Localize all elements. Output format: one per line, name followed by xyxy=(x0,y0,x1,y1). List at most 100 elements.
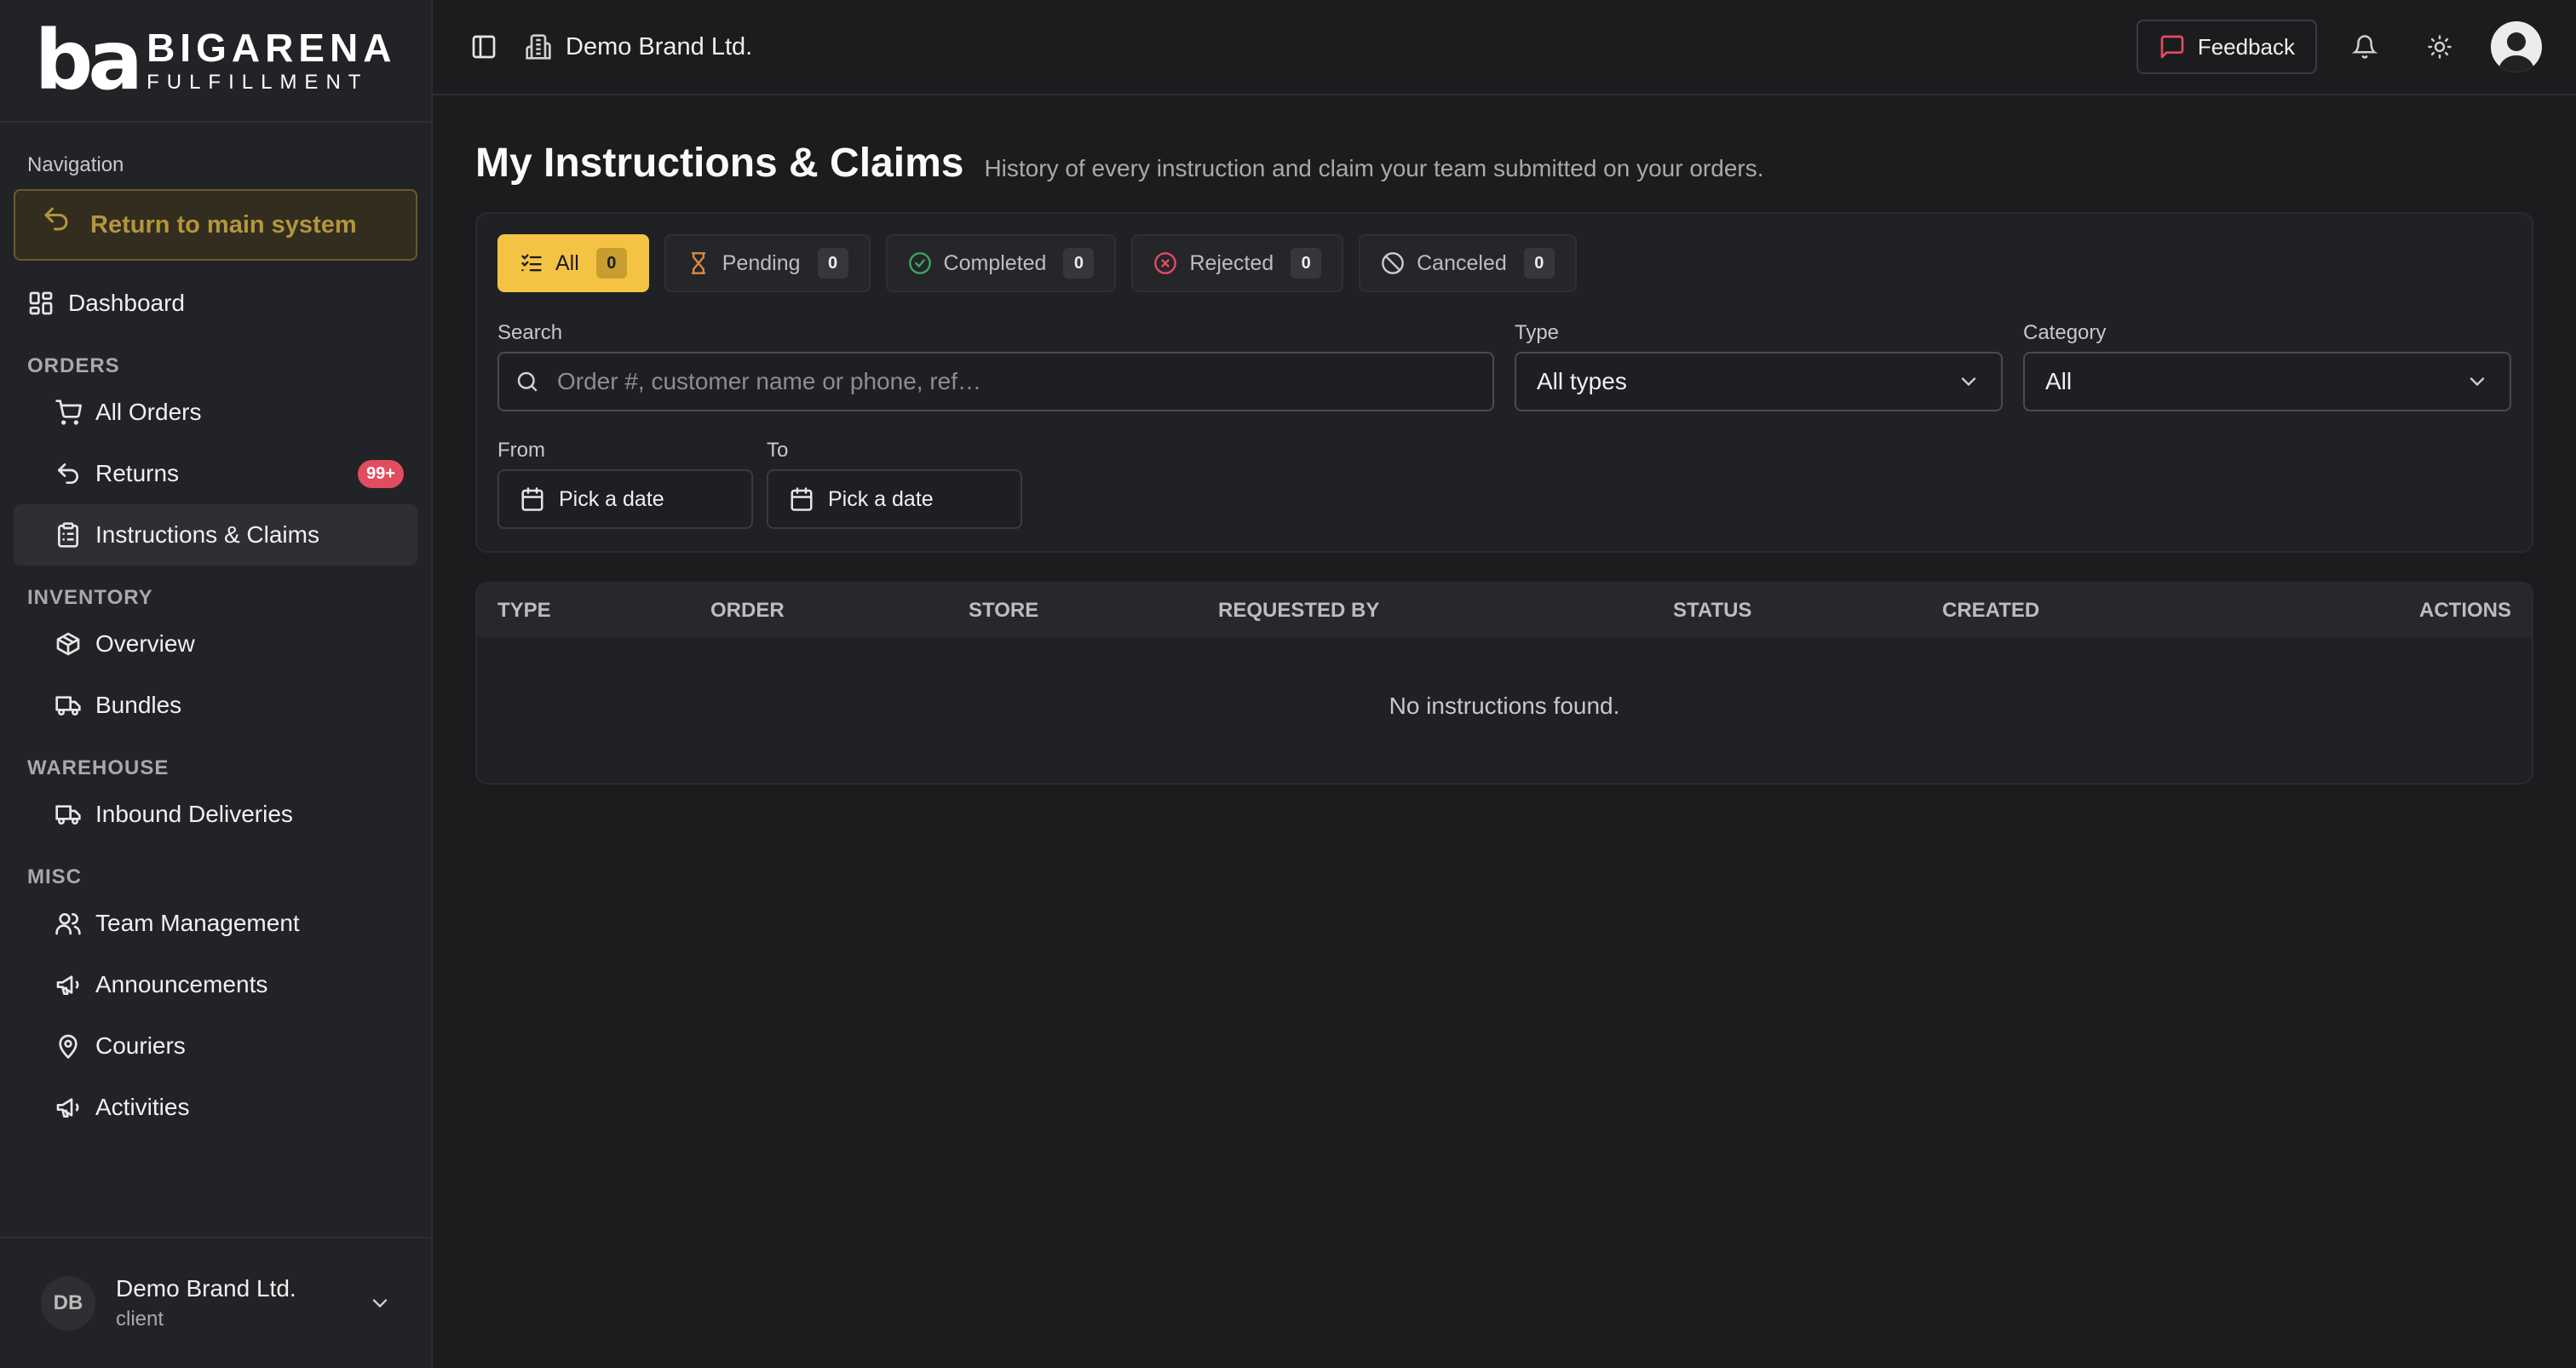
date-row: From Pick a date To Pick a date xyxy=(497,439,2511,529)
sidebar-item-overview[interactable]: Overview xyxy=(0,613,431,675)
from-label: From xyxy=(497,439,545,462)
brand-selector[interactable]: Demo Brand Ltd. xyxy=(525,33,752,61)
user-menu[interactable]: DB Demo Brand Ltd. client xyxy=(0,1237,433,1368)
sidebar-item-label: Team Management xyxy=(95,910,300,936)
logo[interactable]: ba BIGARENA FULFILLMENT xyxy=(0,0,431,123)
message-icon xyxy=(2159,33,2186,60)
instructions-table: TYPE ORDER STORE REQUESTED BY STATUS CRE… xyxy=(475,582,2533,785)
search-placeholder: Order #, customer name or phone, ref… xyxy=(557,368,981,394)
sidebar-item-all-orders[interactable]: All Orders xyxy=(0,382,431,443)
empty-state: No instructions found. xyxy=(1389,693,1620,719)
sidebar-item-label: Activities xyxy=(95,1094,190,1120)
to-date-picker[interactable]: Pick a date xyxy=(767,469,1022,529)
hourglass-icon xyxy=(687,251,710,275)
column-header-requested-by[interactable]: REQUESTED BY xyxy=(1218,599,1379,623)
from-field: From Pick a date xyxy=(497,439,753,529)
profile-avatar[interactable] xyxy=(2491,21,2542,72)
cart-icon xyxy=(55,399,82,426)
main-area: Demo Brand Ltd. Feedback My Instructions… xyxy=(433,0,2576,1368)
to-field: To Pick a date xyxy=(767,439,1022,529)
from-date-placeholder: Pick a date xyxy=(559,486,664,511)
calendar-icon xyxy=(789,486,814,512)
table-header: TYPE ORDER STORE REQUESTED BY STATUS CRE… xyxy=(477,583,2532,638)
megaphone-icon xyxy=(55,971,82,998)
column-header-order[interactable]: ORDER xyxy=(710,599,785,623)
tab-pending[interactable]: Pending 0 xyxy=(664,234,871,292)
return-label: Return to main system xyxy=(90,210,357,239)
type-value: All types xyxy=(1537,368,1627,394)
category-select[interactable]: All xyxy=(2023,352,2511,411)
logo-sub-text: FULFILLMENT xyxy=(147,71,369,94)
category-value: All xyxy=(2045,368,2073,394)
tab-count: 0 xyxy=(1063,248,1095,279)
chevron-down-icon xyxy=(1957,370,1981,394)
sidebar-item-label: Inbound Deliveries xyxy=(95,801,293,827)
sidebar-toggle-icon[interactable] xyxy=(470,33,497,60)
tab-count: 0 xyxy=(1291,248,1322,279)
search-input[interactable]: Order #, customer name or phone, ref… xyxy=(497,352,1494,411)
brand-name: Demo Brand Ltd. xyxy=(566,32,753,60)
sidebar-item-bundles[interactable]: Bundles xyxy=(0,675,431,736)
list-checks-icon xyxy=(520,251,543,275)
user-name: Demo Brand Ltd. xyxy=(116,1275,296,1302)
sidebar-item-label: Bundles xyxy=(95,692,182,718)
return-to-main-button[interactable]: Return to main system xyxy=(14,189,417,261)
category-label: Category xyxy=(2023,321,2107,344)
column-header-created[interactable]: CREATED xyxy=(1942,599,2039,623)
returns-count-badge: 99+ xyxy=(358,459,404,488)
from-date-picker[interactable]: Pick a date xyxy=(497,469,753,529)
sidebar-item-label: Returns xyxy=(95,460,180,486)
search-label: Search xyxy=(497,321,563,344)
category-field: Category All xyxy=(2023,321,2511,411)
sun-icon xyxy=(2427,34,2452,60)
chevron-down-icon xyxy=(2465,370,2489,394)
sidebar-item-returns[interactable]: Returns 99+ xyxy=(0,443,431,504)
notifications-button[interactable] xyxy=(2337,20,2392,74)
section-inventory: INVENTORY xyxy=(27,586,153,609)
undo-icon xyxy=(55,460,82,487)
clipboard-icon xyxy=(55,521,82,549)
sidebar-item-label: Overview xyxy=(95,630,195,657)
filter-row: Search Order #, customer name or phone, … xyxy=(497,321,2511,411)
chevron-down-icon xyxy=(368,1291,392,1315)
sidebar-item-label: Dashboard xyxy=(68,290,185,316)
calendar-icon xyxy=(520,486,545,512)
building-icon xyxy=(525,33,552,60)
tab-completed[interactable]: Completed 0 xyxy=(885,234,1117,292)
section-orders: ORDERS xyxy=(27,354,120,377)
sidebar-item-label: Instructions & Claims xyxy=(95,521,319,548)
tab-count: 0 xyxy=(817,248,848,279)
tab-label: Canceled xyxy=(1417,250,1507,275)
sidebar-item-dashboard[interactable]: Dashboard xyxy=(0,273,431,334)
tab-label: All xyxy=(555,250,579,275)
map-pin-icon xyxy=(55,1032,82,1060)
column-header-actions: ACTIONS xyxy=(2419,599,2511,622)
sidebar-item-inbound-deliveries[interactable]: Inbound Deliveries xyxy=(0,784,431,845)
filter-card: All 0 Pending 0 Completed 0 Rejected 0 C… xyxy=(475,212,2533,553)
megaphone-icon xyxy=(55,1094,82,1121)
type-select[interactable]: All types xyxy=(1515,352,2003,411)
search-icon xyxy=(515,369,540,394)
column-header-type[interactable]: TYPE xyxy=(497,599,551,623)
page-title: My Instructions & Claims xyxy=(475,141,964,186)
truck-icon xyxy=(55,801,82,828)
column-header-store[interactable]: STORE xyxy=(969,599,1038,623)
sidebar-item-announcements[interactable]: Announcements xyxy=(0,954,431,1015)
avatar: DB xyxy=(41,1276,95,1331)
theme-toggle-button[interactable] xyxy=(2412,20,2467,74)
tab-rejected[interactable]: Rejected 0 xyxy=(1131,234,1344,292)
sidebar-item-instructions-claims[interactable]: Instructions & Claims xyxy=(14,504,417,566)
sidebar-item-label: Couriers xyxy=(95,1032,186,1059)
bell-icon xyxy=(2352,34,2378,60)
sidebar-item-activities[interactable]: Activities xyxy=(0,1077,431,1138)
sidebar-item-team-management[interactable]: Team Management xyxy=(0,893,431,954)
sidebar: ba BIGARENA FULFILLMENT Navigation Retur… xyxy=(0,0,433,1368)
tab-all[interactable]: All 0 xyxy=(497,234,649,292)
status-tabs: All 0 Pending 0 Completed 0 Rejected 0 C… xyxy=(497,234,2511,292)
feedback-button[interactable]: Feedback xyxy=(2136,20,2317,74)
sidebar-item-couriers[interactable]: Couriers xyxy=(0,1015,431,1077)
ban-icon xyxy=(1381,251,1405,275)
tab-canceled[interactable]: Canceled 0 xyxy=(1359,234,1577,292)
column-header-status[interactable]: STATUS xyxy=(1673,599,1751,623)
tab-label: Completed xyxy=(943,250,1047,275)
